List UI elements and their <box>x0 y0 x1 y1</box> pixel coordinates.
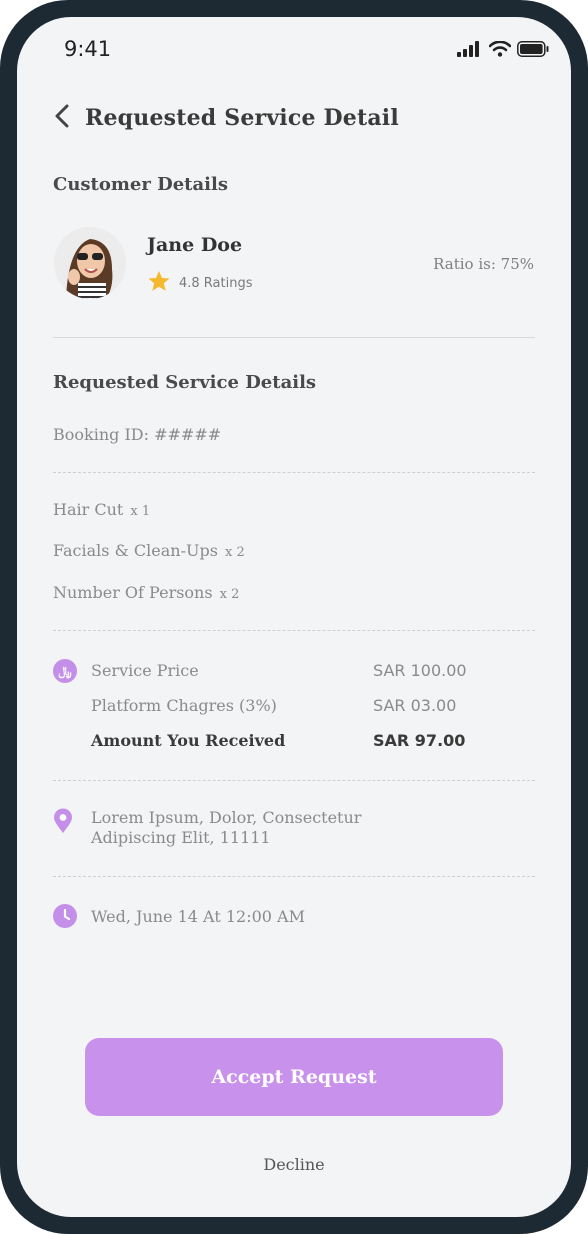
address: Lorem Ipsum, Dolor, Consectetur Adipisci… <box>91 808 361 848</box>
location-pin-icon <box>53 808 73 838</box>
wifi-icon <box>488 40 512 61</box>
price-label: Platform Chagres (3%) <box>91 696 277 715</box>
signal-icon <box>457 41 483 61</box>
divider <box>53 337 535 338</box>
service-item-qty: x 2 <box>225 545 245 560</box>
customer-section-title: Customer Details <box>53 174 228 195</box>
phone-frame: 9:41 Requested Service Detail Customer D… <box>0 0 588 1234</box>
app-screen: 9:41 Requested Service Detail Customer D… <box>17 17 571 1217</box>
avatar[interactable] <box>54 227 126 299</box>
ratio-text: Ratio is: 75% <box>433 255 534 273</box>
service-section-title: Requested Service Details <box>53 372 317 393</box>
price-label: Amount You Received <box>91 731 286 750</box>
customer-rating: 4.8 Ratings <box>147 269 253 297</box>
service-item-name: Number Of Persons <box>53 583 213 602</box>
divider <box>53 780 535 781</box>
service-item-name: Hair Cut <box>53 500 124 519</box>
booking-id: Booking ID: ##### <box>53 425 222 444</box>
back-chevron-icon <box>53 103 71 133</box>
list-item: Hair Cut x 1 <box>53 500 150 519</box>
list-item: Number Of Persons x 2 <box>53 583 239 602</box>
clock-icon <box>53 904 77 932</box>
page-title: Requested Service Detail <box>85 105 399 131</box>
back-button[interactable] <box>47 103 77 133</box>
service-item-qty: x 1 <box>130 504 151 519</box>
address-line2: Adipiscing Elit, 11111 <box>91 828 271 847</box>
divider <box>53 472 535 473</box>
status-time: 9:41 <box>64 37 112 61</box>
battery-icon <box>517 41 549 61</box>
status-icons <box>457 40 549 61</box>
address-line1: Lorem Ipsum, Dolor, Consectetur <box>91 808 362 827</box>
accept-request-button[interactable]: Accept Request <box>85 1038 503 1116</box>
header: Requested Service Detail <box>47 103 399 133</box>
star-icon <box>147 269 171 297</box>
price-value: SAR 100.00 <box>373 661 467 680</box>
price-label: Service Price <box>91 661 199 680</box>
customer-name: Jane Doe <box>147 234 243 256</box>
rating-text: 4.8 Ratings <box>179 275 253 291</box>
decline-button[interactable]: Decline <box>17 1155 571 1174</box>
divider <box>53 876 535 877</box>
price-value: SAR 03.00 <box>373 696 457 715</box>
service-item-name: Facials & Clean-Ups <box>53 541 218 560</box>
service-item-qty: x 2 <box>219 587 240 602</box>
divider <box>53 630 535 631</box>
list-item: Facials & Clean-Ups x 2 <box>53 541 245 560</box>
price-value: SAR 97.00 <box>373 731 466 750</box>
currency-icon: ﷼ <box>53 659 77 683</box>
schedule-datetime: Wed, June 14 At 12:00 AM <box>91 907 305 926</box>
